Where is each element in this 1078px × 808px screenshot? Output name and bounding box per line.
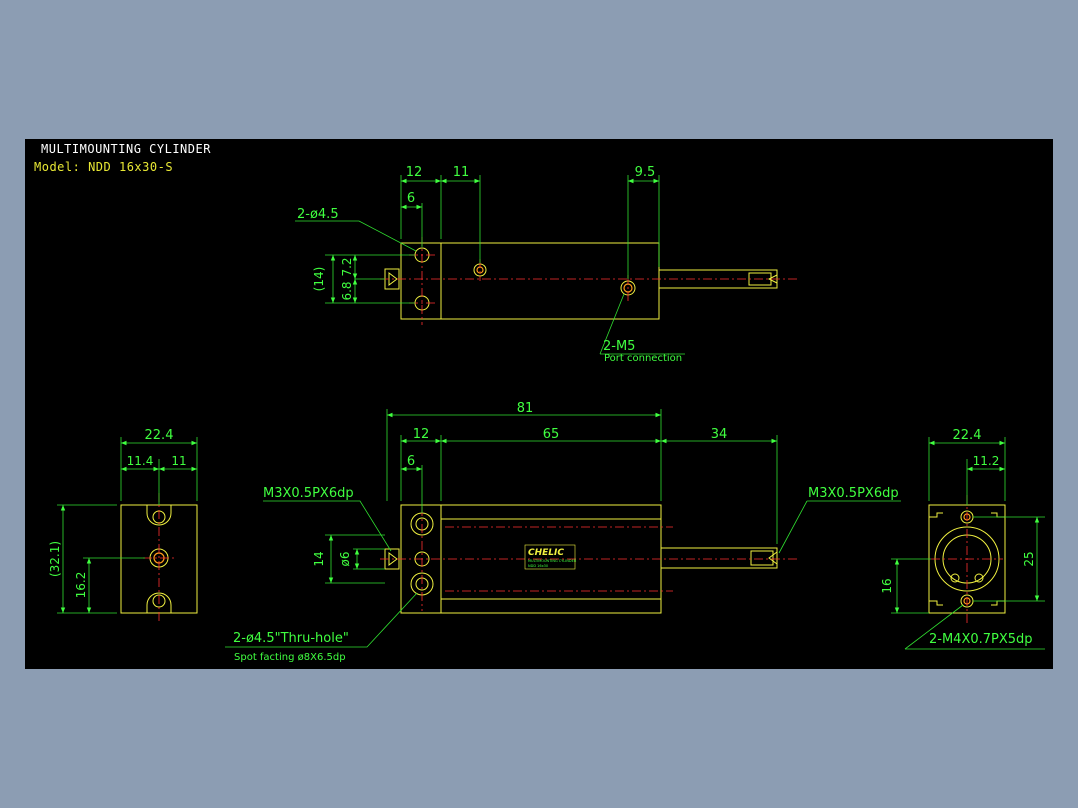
brand-logo: CHELIC — [528, 548, 564, 558]
left-dim-22-4: 22.4 — [145, 428, 174, 443]
right-dim-16: 16 — [880, 578, 894, 593]
front-dim-65: 65 — [543, 427, 560, 442]
top-hole-label: 2-ø4.5 — [297, 207, 339, 222]
front-hole-label: 2-ø4.5"Thru-hole" — [233, 631, 349, 646]
front-dim-phi6: ø6 — [338, 552, 352, 567]
front-view: CHELIC MULTIMOUNTING CYLINDER NDD 16x30 — [225, 401, 901, 663]
cad-viewport[interactable]: MULTIMOUNTING CYLINDER Model: NDD 16x30-… — [25, 139, 1053, 669]
left-dim-11: 11 — [171, 454, 186, 468]
top-view: 12 11 9.5 6 7.2 6.8 (14) 2-ø4.5 2-M5 Por… — [295, 165, 800, 364]
top-dim-9-5: 9.5 — [635, 165, 656, 180]
svg-text:NDD 16x30: NDD 16x30 — [528, 564, 548, 568]
left-dim-11-4: 11.4 — [127, 454, 154, 468]
front-dim-34: 34 — [711, 427, 728, 442]
left-dim-32-1: (32.1) — [48, 541, 62, 577]
top-dim-12: 12 — [406, 165, 423, 180]
left-end-view: 22.4 11.4 11 (32.1) 16.2 — [48, 428, 198, 621]
brand-plate: CHELIC MULTIMOUNTING CYLINDER NDD 16x30 — [524, 544, 577, 570]
right-dim-11-2: 11.2 — [973, 454, 1000, 468]
top-end-cap — [400, 242, 442, 320]
front-thread-left-label: M3X0.5PX6dp — [263, 486, 354, 501]
top-dim-6-8: 6.8 — [340, 281, 354, 300]
front-thread-right-label: M3X0.5PX6dp — [808, 486, 899, 501]
front-dim-14: 14 — [312, 551, 326, 566]
top-dim-14-ref: (14) — [312, 267, 326, 292]
front-dim-6: 6 — [407, 454, 415, 469]
left-dim-16-2: 16.2 — [74, 572, 88, 599]
svg-text:MULTIMOUNTING CYLINDER: MULTIMOUNTING CYLINDER — [528, 559, 577, 563]
right-thread-label: 2-M4X0.7PX5dp — [929, 632, 1033, 647]
top-dim-6: 6 — [407, 191, 415, 206]
right-dim-22-4: 22.4 — [953, 428, 982, 443]
technical-drawing: 12 11 9.5 6 7.2 6.8 (14) 2-ø4.5 2-M5 Por… — [48, 165, 1045, 663]
top-port-note: Port connection — [604, 353, 682, 364]
top-dim-11: 11 — [453, 165, 470, 180]
right-end-view: 22.4 11.2 25 16 2-M4X0.7PX5dp — [880, 428, 1045, 650]
front-spot-label: Spot facting ø8X6.5dp — [234, 652, 346, 663]
front-dim-81: 81 — [517, 401, 534, 416]
top-dim-7-2: 7.2 — [340, 257, 354, 276]
right-dim-25: 25 — [1022, 551, 1036, 566]
top-port-label: 2-M5 — [603, 339, 635, 354]
front-rod-end — [750, 550, 778, 566]
front-dim-12: 12 — [413, 427, 430, 442]
